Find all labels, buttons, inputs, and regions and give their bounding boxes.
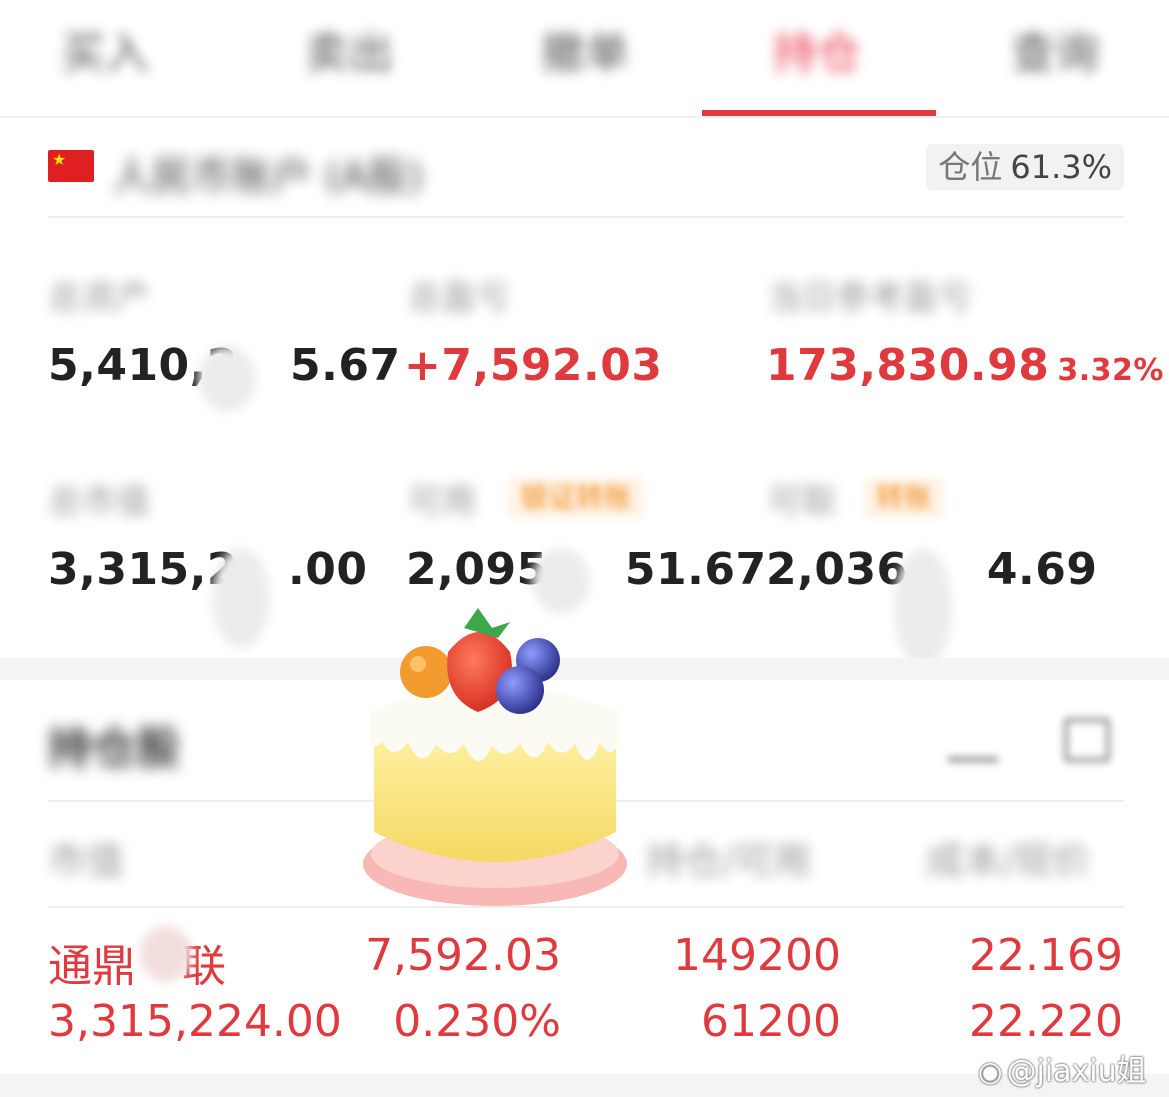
row-price: 22.220: [969, 996, 1123, 1047]
market-value-value: 3,315,2 .00: [48, 544, 367, 595]
withdrawable-label: 可取: [768, 482, 836, 522]
bank-transfer-chip[interactable]: 银证转账: [508, 478, 645, 518]
download-icon[interactable]: [948, 716, 998, 764]
total-assets-value-tail: 5.67: [290, 340, 401, 391]
account-name: 人民币账户 (A股): [112, 154, 424, 200]
available-label: 可用: [408, 482, 476, 522]
stock-name: 通鼎联: [48, 930, 226, 994]
redaction-smudge: [894, 548, 952, 668]
withdrawable-tail: 4.69: [986, 544, 1098, 595]
today-pl-value: 173,830.98 3.32%: [766, 340, 1164, 391]
market-value-tail: .00: [288, 544, 368, 595]
row-available: 61200: [701, 996, 841, 1047]
total-assets-label: 总资产: [48, 278, 150, 318]
position-value: 61.3%: [1010, 148, 1112, 186]
market-value-label: 总市值: [48, 482, 150, 522]
column-header-cost-price: 成本/现价: [926, 839, 1091, 883]
redaction-smudge: [140, 926, 192, 982]
column-header-market-value: 市值: [48, 839, 125, 883]
tab-positions[interactable]: 持仓: [752, 26, 882, 82]
tab-query[interactable]: 查询: [990, 26, 1120, 82]
market-value-head: 3,315,2: [48, 544, 239, 595]
trade-tabs: 买入 卖出 撤单 持仓 查询: [0, 0, 1169, 118]
row-pl-percent: 0.230%: [393, 996, 561, 1047]
transfer-chip[interactable]: 转账: [864, 478, 945, 518]
account-row[interactable]: ★ 人民币账户 (A股) 仓位 61.3%: [48, 140, 1124, 218]
today-pl-amount: 173,830.98: [766, 340, 1050, 391]
tab-sell[interactable]: 卖出: [284, 26, 414, 82]
row-market-value: 3,315,224.00: [48, 996, 342, 1047]
available-tail: 51.67: [624, 544, 767, 595]
total-pl-label: 总盈亏: [408, 278, 510, 318]
tab-cancel[interactable]: 撤单: [520, 26, 650, 82]
row-holding: 149200: [673, 930, 841, 981]
redaction-smudge: [198, 346, 256, 412]
holdings-title: 持仓股: [48, 723, 180, 774]
row-cost: 22.169: [969, 930, 1123, 981]
row-pl: 7,592.03: [365, 930, 561, 981]
cake-sticker: [363, 608, 627, 906]
china-flag-icon: ★: [48, 150, 94, 182]
redaction-smudge: [212, 548, 270, 648]
position-ratio-badge: 仓位 61.3%: [926, 144, 1124, 190]
tab-buy[interactable]: 买入: [40, 26, 170, 82]
column-header-holding: 持仓/可用: [646, 839, 811, 883]
today-pl-percent: 3.32%: [1057, 353, 1164, 388]
watermark: ◉ @jiaxiu姐: [978, 1054, 1147, 1089]
today-pl-label: 当日参考盈亏: [768, 278, 972, 318]
active-tab-underline: [702, 110, 936, 116]
holdings-screen: 买入 卖出 撤单 持仓 查询 ★ 人民币账户 (A股) 仓位 61.3% 总资产 …: [0, 0, 1169, 1097]
stock-name-head: 通鼎: [48, 941, 136, 992]
position-label: 仓位: [938, 148, 1003, 186]
watermark-text: @jiaxiu姐: [1006, 1054, 1147, 1089]
total-pl-value: +7,592.03: [404, 340, 663, 391]
layout-toggle-icon[interactable]: [1062, 716, 1112, 764]
